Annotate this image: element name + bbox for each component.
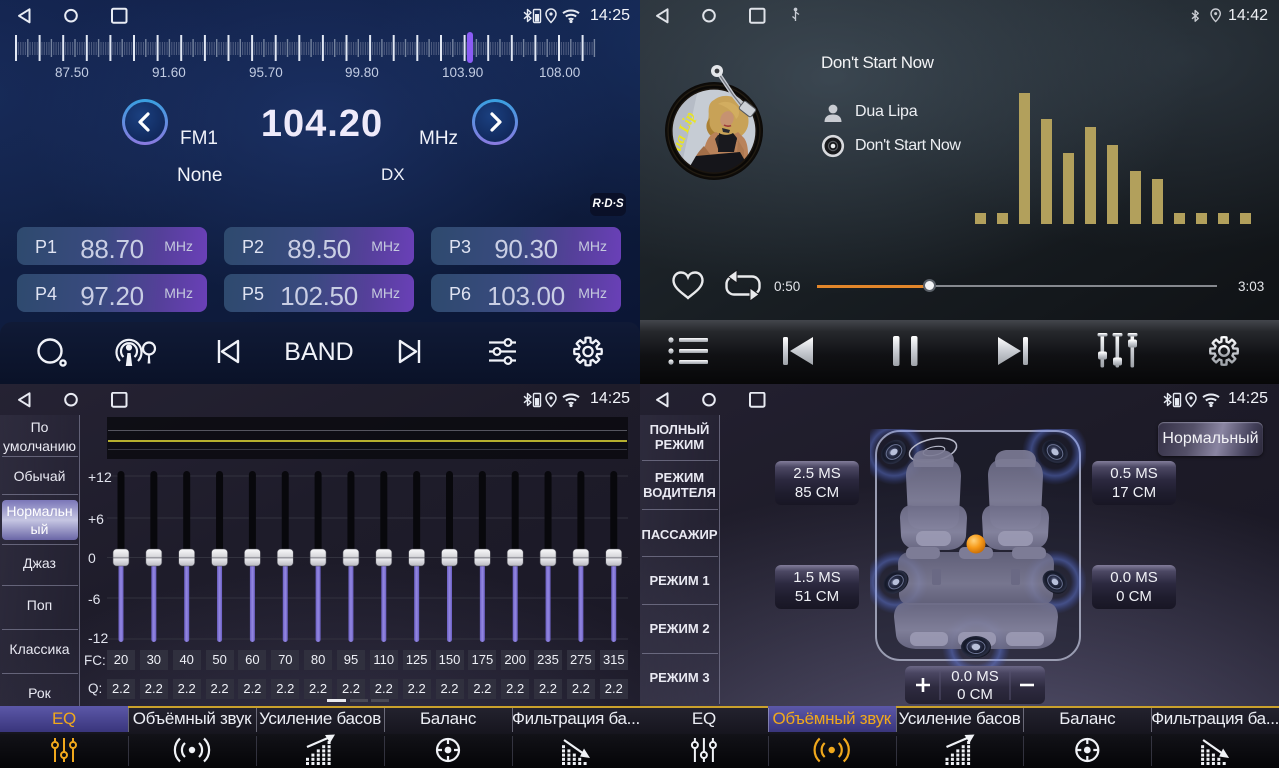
svg-text:BAND: BAND [284, 338, 353, 366]
